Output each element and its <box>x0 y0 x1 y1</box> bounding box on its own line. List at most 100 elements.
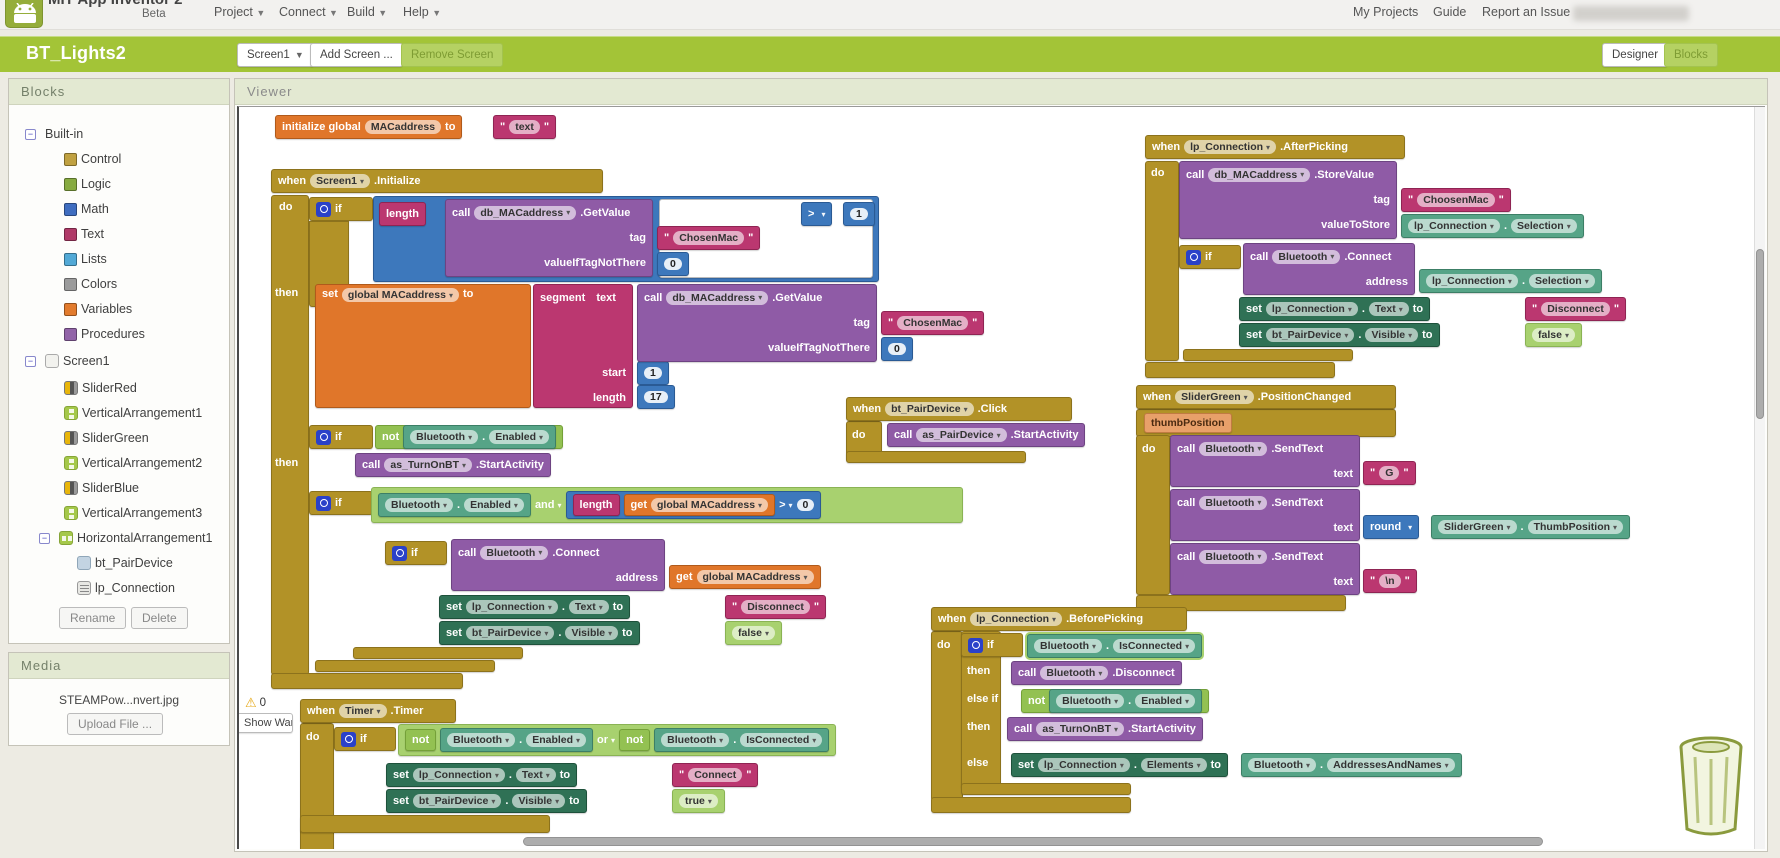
number-chip[interactable]: 0 <box>888 343 906 355</box>
number-0-block[interactable]: 0 <box>881 337 913 361</box>
number-17-length[interactable]: 17 <box>637 385 675 409</box>
string-chip[interactable]: \n <box>1379 574 1400 588</box>
false-block[interactable]: false <box>1525 323 1582 347</box>
bluetooth-isconnected-getter[interactable]: Bluetooth IsConnected <box>1027 634 1202 658</box>
call-getvalue-2[interactable]: calldb_MACaddress.GetValue tag valueIfTa… <box>637 284 877 362</box>
round-block[interactable]: round <box>1363 515 1419 539</box>
call-sendtext-1[interactable]: callBluetooth.SendText text <box>1170 435 1360 487</box>
segment-block[interactable]: segment text start length <box>533 284 633 408</box>
variable-dropdown[interactable]: global MACaddress <box>342 288 459 302</box>
not-block[interactable]: not <box>619 729 650 751</box>
show-warnings-button[interactable]: Show Warnings <box>237 713 293 733</box>
component-dropdown[interactable]: bt_PairDevice <box>466 626 554 640</box>
number-1-block[interactable]: 1 <box>843 202 875 226</box>
collapse-icon[interactable]: − <box>25 129 36 140</box>
menu-connect[interactable]: Connect ▼ <box>279 5 338 19</box>
lpconnection-selection-getter[interactable]: lp_ConnectionSelection <box>1401 214 1584 238</box>
number-chip[interactable]: 0 <box>664 258 682 270</box>
variable-dropdown[interactable]: global MACaddress <box>651 498 768 512</box>
tree-screen1[interactable]: −Screen1 <box>25 354 110 368</box>
false-block[interactable]: false <box>725 621 782 645</box>
trash-can-icon[interactable] <box>1665 733 1757 842</box>
user-account-redacted[interactable] <box>1573 6 1689 21</box>
component-dropdown[interactable]: Screen1 <box>310 174 370 188</box>
string-chosenmac-2[interactable]: ChosenMac <box>881 311 984 335</box>
string-chip[interactable]: ChosenMac <box>673 231 744 245</box>
number-chip[interactable]: 1 <box>644 367 662 379</box>
component-dropdown[interactable]: SliderGreen <box>1175 390 1254 404</box>
component-dropdown[interactable]: Bluetooth <box>480 546 548 560</box>
property-dropdown[interactable]: Text <box>569 600 609 614</box>
component-dropdown[interactable]: lp_Connection <box>1408 219 1500 233</box>
number-chip[interactable]: 1 <box>850 208 868 220</box>
property-dropdown[interactable]: IsConnected <box>1113 639 1195 653</box>
bluetooth-enabled-getter[interactable]: BluetoothEnabled <box>440 728 593 752</box>
string-chip[interactable]: G <box>1379 466 1399 480</box>
compare-gt-block[interactable]: length getglobal MACaddress > 0 <box>566 491 822 519</box>
not-block[interactable]: not BluetoothEnabled <box>375 425 563 449</box>
component-dropdown[interactable]: Bluetooth <box>1199 442 1267 456</box>
remove-screen-button[interactable]: Remove Screen <box>401 43 503 67</box>
call-getvalue-1[interactable]: calldb_MACaddress.GetValue tag valueIfTa… <box>445 199 653 277</box>
tree-slidergreen[interactable]: SliderGreen <box>64 431 149 445</box>
set-lpconnection-text-3[interactable]: setlp_ConnectionTextto <box>386 763 577 787</box>
tree-verticalarrangement1[interactable]: VerticalArrangement1 <box>64 406 202 420</box>
property-dropdown[interactable]: Enabled <box>464 498 524 512</box>
component-dropdown[interactable]: as_TurnOnBT <box>1036 722 1124 736</box>
upload-file-button[interactable]: Upload File ... <box>67 713 163 735</box>
when-screen1-initialize-body[interactable] <box>271 195 309 675</box>
palette-control[interactable]: Control <box>64 152 121 166</box>
component-dropdown[interactable]: Bluetooth <box>661 733 729 747</box>
mutator-gear-icon[interactable] <box>968 638 983 653</box>
component-dropdown[interactable]: Bluetooth <box>1056 694 1124 708</box>
when-timer-timer-header[interactable]: whenTimer.Timer <box>300 699 456 723</box>
set-btpairdevice-visible-2[interactable]: setbt_PairDeviceVisibleto <box>1239 323 1440 347</box>
when-slidergreen-positionchanged-header[interactable]: whenSliderGreen.PositionChanged <box>1136 385 1396 409</box>
not-block[interactable]: not <box>405 729 436 751</box>
component-dropdown[interactable]: Bluetooth <box>1248 758 1316 772</box>
when-screen1-initialize-header[interactable]: when Screen1 .Initialize <box>271 169 603 193</box>
get-global-macaddress[interactable]: getglobal MACaddress <box>624 494 776 516</box>
string-newline[interactable]: \n <box>1363 569 1417 593</box>
set-global-macaddress[interactable]: set global MACaddress to <box>315 284 531 408</box>
component-dropdown[interactable]: Bluetooth <box>1040 666 1108 680</box>
thumbposition-param-chip[interactable]: thumbPosition <box>1144 413 1232 433</box>
call-turnonbt-startactivity[interactable]: callas_TurnOnBT.StartActivity <box>355 453 551 477</box>
link-my-projects[interactable]: My Projects <box>1353 5 1418 19</box>
delete-button[interactable]: Delete <box>131 607 188 629</box>
menu-build[interactable]: Build ▼ <box>347 5 387 19</box>
if-block-3[interactable]: if <box>309 491 373 515</box>
true-block[interactable]: true <box>672 789 725 813</box>
palette-colors[interactable]: Colors <box>64 277 117 291</box>
string-chip[interactable]: Connect <box>688 768 742 782</box>
bluetooth-addressesandnames-getter[interactable]: BluetoothAddressesAndNames <box>1241 753 1462 777</box>
vertical-scrollbar-track[interactable] <box>1754 107 1765 849</box>
bluetooth-isconnected-getter[interactable]: BluetoothIsConnected <box>654 728 829 752</box>
component-dropdown[interactable]: Bluetooth <box>1272 250 1340 264</box>
bluetooth-enabled-getter[interactable]: BluetoothEnabled <box>378 493 531 517</box>
tree-builtin[interactable]: −Built-in <box>25 127 83 141</box>
number-0-block[interactable]: 0 <box>657 252 689 276</box>
palette-text[interactable]: Text <box>64 227 104 241</box>
property-dropdown[interactable]: Enabled <box>526 733 586 747</box>
palette-logic[interactable]: Logic <box>64 177 111 191</box>
slidergreen-thumbposition-getter[interactable]: SliderGreenThumbPosition <box>1431 515 1630 539</box>
property-dropdown[interactable]: ThumbPosition <box>1528 520 1623 534</box>
boolean-chip[interactable]: false <box>732 626 775 640</box>
or-block[interactable]: not BluetoothEnabled or not BluetoothIsC… <box>398 724 836 756</box>
string-chip[interactable]: ChoosenMac <box>1417 193 1494 207</box>
blocks-button[interactable]: Blocks <box>1664 43 1718 67</box>
when-beforepicking-body[interactable] <box>931 631 963 801</box>
component-dropdown[interactable]: Bluetooth <box>1034 639 1102 653</box>
palette-procedures[interactable]: Procedures <box>64 327 145 341</box>
string-chip[interactable]: ChosenMac <box>897 316 968 330</box>
component-dropdown[interactable]: as_PairDevice <box>916 428 1006 442</box>
bluetooth-enabled-getter[interactable]: BluetoothEnabled <box>403 425 556 449</box>
collapse-icon[interactable]: − <box>25 356 36 367</box>
component-dropdown[interactable]: lp_Connection <box>466 600 558 614</box>
block-empty-text-string[interactable]: text <box>493 115 556 139</box>
and-operator-dropdown[interactable]: and <box>535 499 562 511</box>
designer-button[interactable]: Designer <box>1602 43 1668 67</box>
string-g[interactable]: G <box>1363 461 1416 485</box>
component-dropdown[interactable]: Timer <box>339 704 386 718</box>
